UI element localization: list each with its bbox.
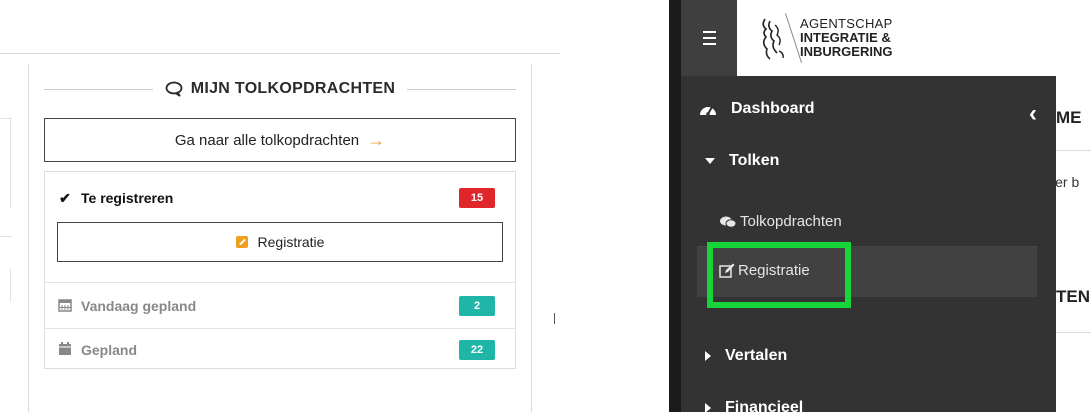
list-divider [45, 282, 515, 283]
to-register-label: Te registreren [81, 190, 174, 206]
agency-logo[interactable]: AGENTSCHAP INTEGRATIE & INBURGERING [737, 0, 932, 76]
registration-button-label: Registratie [257, 234, 325, 250]
go-to-all-label: Ga naar alle tolkopdrachten [174, 131, 360, 149]
dashboard-label: Dashboard [731, 100, 815, 117]
logo-line-1: AGENTSCHAP [800, 16, 893, 31]
content-divider [1056, 150, 1091, 151]
left-edge-fragment [0, 236, 12, 237]
today-count-badge: 2 [459, 296, 495, 316]
vertalen-label: Vertalen [725, 347, 788, 364]
text-cursor [554, 313, 555, 324]
hamburger-icon [702, 29, 716, 47]
logo-line-2: INTEGRATIE & [800, 30, 891, 45]
dashboard-icon [700, 106, 716, 116]
list-divider [45, 328, 515, 329]
planned-label: Gepland [81, 342, 138, 358]
planned-count-badge: 22 [459, 340, 495, 360]
caret-right-icon [705, 351, 711, 361]
comments-icon [720, 216, 737, 228]
edit-icon [235, 236, 248, 248]
sidebar-item-dashboard[interactable]: Dashboard [699, 100, 815, 118]
calendar-icon [57, 341, 73, 359]
sidebar-item-vertalen[interactable]: Vertalen [705, 347, 787, 365]
sidebar-item-financieel[interactable]: Financieel [705, 399, 803, 412]
tolken-label: Tolken [729, 152, 780, 169]
sidebar: Dashboard ‹ Tolken Tolkopdrachten Regist… [681, 76, 1056, 412]
go-to-all-button[interactable]: Ga naar alle tolkopdrachten → [44, 118, 516, 162]
sidebar-item-tolkopdrachten[interactable]: Tolkopdrachten [719, 213, 842, 230]
financieel-label: Financieel [725, 399, 804, 412]
content-header-fragment: ME [1056, 108, 1082, 127]
left-edge-fragment [10, 268, 11, 302]
content-text-fragment: ler b [1052, 174, 1080, 190]
sidebar-item-tolken[interactable]: Tolken [705, 152, 779, 170]
highlight-box [707, 242, 851, 308]
arrow-right-icon: → [367, 129, 386, 150]
content-header-fragment: TEN [1056, 287, 1090, 306]
caret-right-icon [705, 403, 711, 412]
today-label: Vandaag gepland [81, 298, 197, 314]
dark-strip [669, 0, 681, 412]
chat-icon [165, 81, 183, 97]
list-item-today[interactable]: Vandaag gepland 2 [45, 294, 515, 318]
card-header: MIJN TOLKOPDRACHTEN [44, 76, 516, 102]
tolkopdrachten-list: ✔ Te registreren 15 Registratie Vandaag … [44, 171, 516, 369]
checkmark-icon: ✔ [59, 189, 71, 206]
lion-logo-icon [762, 18, 784, 60]
calendar-icon [57, 298, 73, 315]
content-divider [1056, 332, 1091, 333]
registration-button[interactable]: Registratie [57, 222, 503, 262]
card-title: MIJN TOLKOPDRACHTEN [190, 80, 396, 97]
chevron-left-icon[interactable]: ‹ [1029, 100, 1037, 128]
left-edge-fragment [10, 118, 11, 208]
tolkopdrachten-label: Tolkopdrachten [740, 213, 842, 230]
logo-line-3: INBURGERING [800, 44, 893, 59]
list-item-to-register[interactable]: ✔ Te registreren 15 [45, 186, 515, 210]
hamburger-button[interactable] [681, 0, 737, 76]
caret-down-icon [705, 158, 715, 164]
top-divider [0, 53, 560, 54]
list-item-planned[interactable]: Gepland 22 [45, 338, 515, 362]
to-register-count-badge: 15 [459, 188, 495, 208]
